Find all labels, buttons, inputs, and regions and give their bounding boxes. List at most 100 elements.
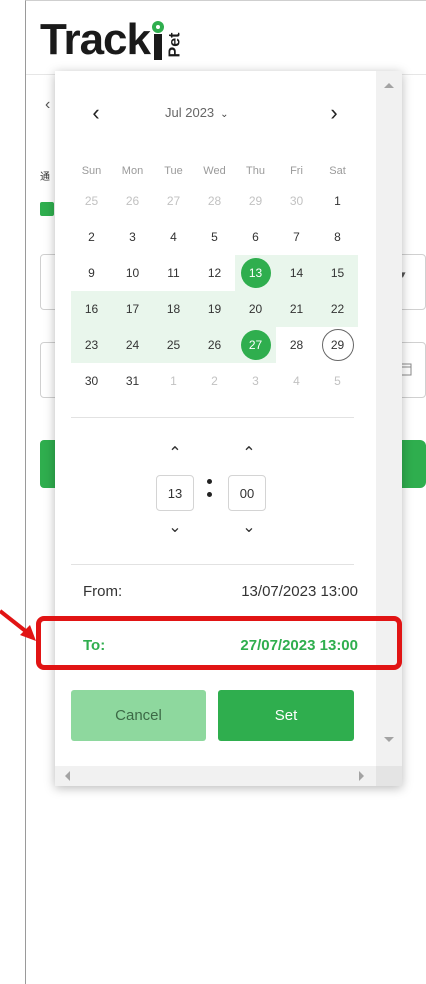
calendar-day-number: 3 <box>129 230 136 244</box>
calendar-day-number: 24 <box>125 338 140 352</box>
calendar-day-number: 6 <box>252 230 259 244</box>
calendar-day-number: 29 <box>321 329 354 361</box>
scroll-up-icon[interactable] <box>384 83 394 88</box>
annotation-arrow-icon <box>0 609 36 641</box>
calendar-day-number: 27 <box>166 194 181 208</box>
back-button[interactable]: ‹ <box>45 96 50 114</box>
scroll-down-icon[interactable] <box>384 737 394 742</box>
weekday-header: Sun Mon Tue Wed Thu Fri Sat <box>71 165 359 179</box>
chevron-down-icon: ⌄ <box>220 109 229 120</box>
notification-checkbox[interactable] <box>40 202 54 216</box>
calendar-week-row: 2 3 4 5 6 7 8 <box>71 219 359 255</box>
calendar-day[interactable]: 27 <box>235 327 276 363</box>
from-value: 13/07/2023 13:00 <box>241 583 358 600</box>
horizontal-scrollbar[interactable] <box>55 766 376 786</box>
calendar-day-number: 5 <box>211 230 218 244</box>
minute-increment-button[interactable]: ⌃ <box>239 443 259 463</box>
calendar-day[interactable]: 23 <box>71 327 112 363</box>
calendar-day[interactable]: 1 <box>317 183 358 219</box>
time-divider <box>71 564 354 565</box>
calendar-day[interactable]: 18 <box>153 291 194 327</box>
weekday-wed: Wed <box>203 165 226 177</box>
calendar-week-row: 25 26 27 28 29 30 1 <box>71 183 359 219</box>
submit-button-edge-left[interactable] <box>40 440 56 488</box>
calendar-day-number: 27 <box>240 330 271 360</box>
calendar-day[interactable]: 29 <box>317 327 358 363</box>
calendar-day[interactable]: 31 <box>112 363 153 399</box>
from-row: From: 13/07/2023 13:00 <box>83 583 358 607</box>
calendar-day: 2 <box>194 363 235 399</box>
calendar-day-number: 30 <box>289 194 304 208</box>
calendar-day-number: 4 <box>293 374 300 388</box>
calendar-day-number: 18 <box>166 302 181 316</box>
calendar-day[interactable]: 4 <box>153 219 194 255</box>
calendar-day[interactable]: 6 <box>235 219 276 255</box>
calendar-day[interactable]: 21 <box>276 291 317 327</box>
calendar-day: 27 <box>153 183 194 219</box>
month-select[interactable]: Jul 2023 ⌄ <box>165 105 229 120</box>
calendar-day-number: 30 <box>84 374 99 388</box>
calendar-day-number: 7 <box>293 230 300 244</box>
weekday-fri: Fri <box>290 165 303 177</box>
calendar-day[interactable]: 14 <box>276 255 317 291</box>
calendar-day[interactable]: 19 <box>194 291 235 327</box>
calendar-day[interactable]: 11 <box>153 255 194 291</box>
calendar-day-number: 16 <box>84 302 99 316</box>
scroll-right-icon[interactable] <box>359 771 364 781</box>
previous-month-button[interactable]: ‹ <box>83 101 109 127</box>
calendar-day-number: 11 <box>167 266 180 280</box>
calendar-day[interactable]: 30 <box>71 363 112 399</box>
weekday-mon: Mon <box>121 165 144 177</box>
calendar-day-number: 2 <box>88 230 95 244</box>
calendar-day-number: 17 <box>125 302 140 316</box>
time-separator <box>207 479 213 505</box>
set-button[interactable]: Set <box>218 690 354 741</box>
calendar-day[interactable]: 2 <box>71 219 112 255</box>
calendar-week-row: 23 24 25 26 27 28 29 <box>71 327 359 363</box>
calendar-day[interactable]: 25 <box>153 327 194 363</box>
calendar-day[interactable]: 17 <box>112 291 153 327</box>
calendar-day[interactable]: 26 <box>194 327 235 363</box>
cancel-button[interactable]: Cancel <box>71 690 206 741</box>
minute-field[interactable]: 00 <box>228 475 266 511</box>
calendar-day[interactable]: 15 <box>317 255 358 291</box>
calendar-day[interactable]: 22 <box>317 291 358 327</box>
month-header: ‹ Jul 2023 ⌄ › <box>71 101 361 127</box>
notification-label: 通 <box>40 172 50 183</box>
hour-increment-button[interactable]: ⌃ <box>165 443 185 463</box>
calendar-day-number: 9 <box>88 266 95 280</box>
weekday-tue: Tue <box>164 165 183 177</box>
logo-suffix: Pet <box>166 32 184 58</box>
calendar-day[interactable]: 13 <box>235 255 276 291</box>
time-picker: ⌃ ⌃ 13 00 ⌄ ⌄ <box>155 441 275 541</box>
calendar-day-number: 13 <box>240 258 271 288</box>
minute-decrement-button[interactable]: ⌄ <box>239 517 259 537</box>
trackipet-logo: Track Pet <box>40 12 188 68</box>
calendar-day[interactable]: 28 <box>276 327 317 363</box>
calendar-day[interactable]: 7 <box>276 219 317 255</box>
calendar-day[interactable]: 10 <box>112 255 153 291</box>
calendar-day[interactable]: 12 <box>194 255 235 291</box>
calendar-day-number: 22 <box>330 302 345 316</box>
calendar-day-number: 20 <box>248 302 263 316</box>
submit-button-edge-right[interactable] <box>398 440 426 488</box>
scroll-left-icon[interactable] <box>65 771 70 781</box>
calendar-day: 5 <box>317 363 358 399</box>
location-pin-icon <box>151 21 164 60</box>
next-month-button[interactable]: › <box>321 101 347 127</box>
calendar-day[interactable]: 8 <box>317 219 358 255</box>
calendar-day-number: 25 <box>166 338 181 352</box>
calendar-week-row: 30 31 1 2 3 4 5 <box>71 363 359 399</box>
calendar-day: 3 <box>235 363 276 399</box>
calendar-day[interactable]: 24 <box>112 327 153 363</box>
calendar-day-number: 3 <box>252 374 259 388</box>
calendar-day[interactable]: 9 <box>71 255 112 291</box>
hour-decrement-button[interactable]: ⌄ <box>165 517 185 537</box>
hour-field[interactable]: 13 <box>156 475 194 511</box>
calendar-day[interactable]: 5 <box>194 219 235 255</box>
calendar-day[interactable]: 3 <box>112 219 153 255</box>
calendar-day[interactable]: 16 <box>71 291 112 327</box>
calendar-day: 30 <box>276 183 317 219</box>
calendar-day[interactable]: 20 <box>235 291 276 327</box>
calendar-day-number: 15 <box>330 266 345 280</box>
